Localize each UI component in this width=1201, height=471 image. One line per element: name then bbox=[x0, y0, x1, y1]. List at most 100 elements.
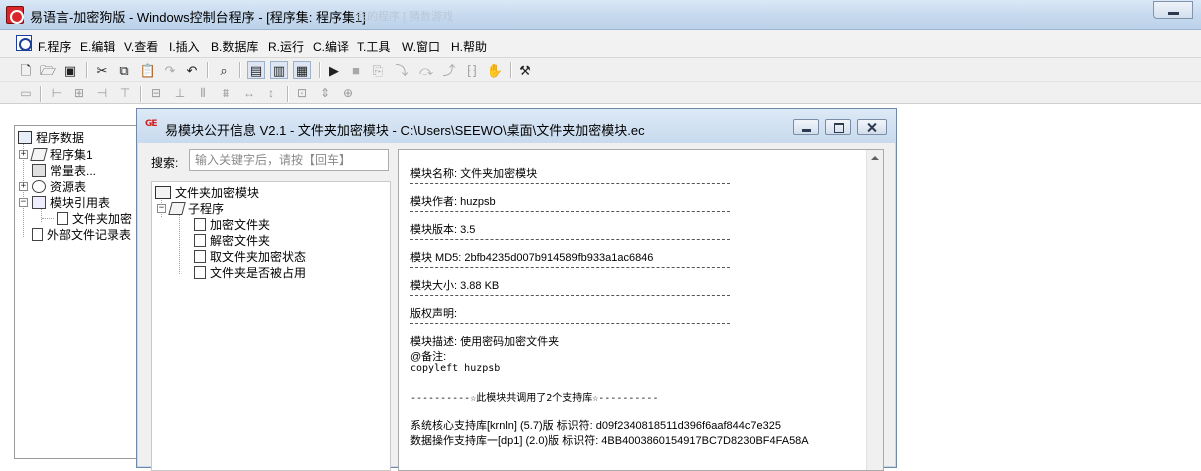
menu-database[interactable]: B.数据库 bbox=[211, 38, 258, 55]
step-out-icon[interactable]: ⤴ bbox=[440, 61, 458, 79]
distribute-v-icon[interactable]: ⩩ bbox=[217, 84, 235, 102]
menu-compile[interactable]: C.编译 bbox=[313, 38, 349, 55]
breakpoint-icon[interactable]: ⁅⁆ bbox=[463, 61, 481, 79]
subroutine-item[interactable]: 加密文件夹 bbox=[194, 216, 270, 232]
standard-toolbar: 🗋 🗁 ▣ ✂ ⧉ 📋 ↷ ↶ ⌕ ▤ ▥ ▦ ▶ ■ ⎘ ⤵ ⤼ ⤴ ⁅⁆ ✋… bbox=[0, 58, 1201, 82]
subroutine-item[interactable]: 文件夹是否被占用 bbox=[194, 264, 306, 280]
document-logo-icon[interactable] bbox=[16, 35, 32, 51]
new-file-icon[interactable]: 🗋 bbox=[17, 61, 35, 79]
align-top-icon[interactable]: ⊤ bbox=[116, 84, 134, 102]
toolbar-separator bbox=[40, 86, 41, 102]
library-line-dp1: 数据操作支持库一[dp1] (2.0)版 标识符: 4BB40038601549… bbox=[410, 435, 809, 447]
align-left-icon[interactable]: ⊢ bbox=[48, 84, 66, 102]
module-tree-root[interactable]: 文件夹加密模块 bbox=[155, 184, 259, 200]
toolbar-separator bbox=[287, 86, 288, 102]
module-icon bbox=[155, 185, 171, 199]
subroutine-group-label: 子程序 bbox=[188, 201, 225, 216]
undo-icon[interactable]: ↶ bbox=[183, 61, 201, 79]
info-panel-scrollbar[interactable] bbox=[866, 150, 883, 470]
center-horizontal-icon[interactable]: ⇕ bbox=[316, 84, 334, 102]
minimize-button[interactable] bbox=[1153, 1, 1193, 19]
find-icon[interactable]: ⌕ bbox=[215, 61, 233, 79]
project-data-pane: 程序数据 + 程序集1 常量表... + 资源表 − 模块引用表 文件夹加密 外… bbox=[14, 125, 144, 459]
tree-item-resources[interactable]: + 资源表 bbox=[19, 178, 86, 194]
align-center-icon[interactable]: ⊞ bbox=[70, 84, 88, 102]
same-height-icon[interactable]: ↕ bbox=[262, 84, 280, 102]
scroll-up-icon[interactable] bbox=[871, 156, 879, 160]
tree-root-program-data[interactable]: 程序数据 bbox=[18, 129, 84, 145]
menu-insert[interactable]: I.插入 bbox=[169, 38, 200, 55]
main-window-title: 易语言-加密狗版 - Windows控制台程序 - [程序集: 程序集1] bbox=[30, 10, 366, 25]
menu-view[interactable]: V.查看 bbox=[124, 38, 158, 55]
module-ref-icon bbox=[32, 195, 46, 209]
tree-item-constants[interactable]: 常量表... bbox=[32, 162, 96, 178]
open-folder-icon[interactable]: 🗁 bbox=[39, 61, 57, 79]
menu-window[interactable]: W.窗口 bbox=[402, 38, 440, 55]
menu-bar: F.程序 E.编辑 V.查看 I.插入 B.数据库 R.运行 C.编译 T.工具… bbox=[0, 30, 1201, 58]
expand-toggle[interactable]: + bbox=[19, 181, 28, 191]
module-copyleft-line: copyleft huzpsb bbox=[410, 363, 501, 374]
paste-icon[interactable]: 📋 bbox=[139, 61, 157, 79]
file-icon bbox=[57, 211, 68, 225]
hand-icon[interactable]: ✋ bbox=[486, 61, 504, 79]
layout3-icon[interactable]: ▦ bbox=[293, 61, 311, 79]
library-line-krnln: 系统核心支持库[krnln] (5.7)版 标识符: d09f234081851… bbox=[410, 420, 781, 432]
tree-item-folder-encrypt[interactable]: 文件夹加密 bbox=[57, 210, 132, 226]
tree-item-external-files[interactable]: 外部文件记录表 bbox=[32, 226, 131, 242]
separator-line bbox=[410, 211, 730, 212]
menu-program[interactable]: F.程序 bbox=[38, 38, 71, 55]
assembly-icon bbox=[30, 147, 48, 161]
module-md5-line: 模块 MD5: 2bfb4235d007b914589fb933a1ac6846 bbox=[410, 252, 654, 264]
stop-icon[interactable]: ■ bbox=[347, 61, 365, 79]
dialog-minimize-button[interactable] bbox=[793, 119, 819, 135]
subroutine-icon bbox=[194, 249, 206, 263]
center-both-icon[interactable]: ⊕ bbox=[339, 84, 357, 102]
step-icon[interactable]: ⎘ bbox=[369, 61, 387, 79]
menu-tools[interactable]: T.工具 bbox=[357, 38, 390, 55]
tree-item-assembly[interactable]: + 程序集1 bbox=[19, 146, 93, 162]
module-tree: 文件夹加密模块 − 子程序 加密文件夹 解密文件夹 取文件夹加密状态 文件夹是否… bbox=[151, 181, 391, 471]
subroutine-label: 加密文件夹 bbox=[210, 217, 271, 232]
dialog-maximize-button[interactable] bbox=[825, 119, 851, 135]
tree-item-label: 文件夹加密 bbox=[72, 211, 133, 226]
menu-run[interactable]: R.运行 bbox=[268, 38, 304, 55]
app-logo-icon bbox=[6, 6, 24, 24]
debug-tool-icon[interactable]: ⚒ bbox=[516, 61, 534, 79]
search-input[interactable] bbox=[189, 149, 389, 171]
tree-root-label: 程序数据 bbox=[36, 130, 85, 145]
subroutine-label: 取文件夹加密状态 bbox=[210, 249, 307, 264]
align-middle-icon[interactable]: ⊟ bbox=[147, 84, 165, 102]
tree-item-module-refs[interactable]: − 模块引用表 bbox=[19, 194, 110, 210]
collapse-toggle[interactable]: − bbox=[19, 197, 28, 207]
save-icon[interactable]: ▣ bbox=[61, 61, 79, 79]
copy-icon[interactable]: ⧉ bbox=[115, 61, 133, 79]
subroutine-item[interactable]: 解密文件夹 bbox=[194, 232, 270, 248]
dialog-title: 易模块公开信息 V2.1 - 文件夹加密模块 - C:\Users\SEEWO\… bbox=[165, 123, 645, 138]
constant-table-icon bbox=[32, 163, 46, 177]
layout2-icon[interactable]: ▥ bbox=[270, 61, 288, 79]
cut-icon[interactable]: ✂ bbox=[93, 61, 111, 79]
step-into-icon[interactable]: ⤵ bbox=[393, 61, 411, 79]
align-bottom-icon[interactable]: ⊥ bbox=[171, 84, 189, 102]
distribute-h-icon[interactable]: ⫴ bbox=[194, 84, 212, 102]
align-form-icon[interactable]: ▭ bbox=[17, 84, 35, 102]
main-title-bar: 易语言-加密狗版 - Windows控制台程序 - [程序集: 程序集1] 我的… bbox=[0, 0, 1201, 30]
subroutine-group[interactable]: − 子程序 bbox=[157, 200, 224, 216]
same-size-icon[interactable]: ⊡ bbox=[293, 84, 311, 102]
same-width-icon[interactable]: ↔ bbox=[240, 84, 258, 102]
tree-item-label: 程序集1 bbox=[50, 147, 93, 162]
tree-item-label: 外部文件记录表 bbox=[47, 227, 132, 242]
step-over-icon[interactable]: ⤼ bbox=[417, 61, 435, 79]
expand-toggle[interactable]: + bbox=[19, 149, 28, 159]
run-icon[interactable]: ▶ bbox=[325, 61, 343, 79]
align-right-icon[interactable]: ⊣ bbox=[93, 84, 111, 102]
dialog-close-button[interactable] bbox=[857, 119, 887, 135]
menu-edit[interactable]: E.编辑 bbox=[80, 38, 115, 55]
redo-icon[interactable]: ↷ bbox=[161, 61, 179, 79]
toolbar-separator bbox=[510, 62, 511, 78]
collapse-toggle[interactable]: − bbox=[157, 203, 166, 213]
module-remark-line: @备注: bbox=[410, 351, 447, 363]
layout1-icon[interactable]: ▤ bbox=[247, 61, 265, 79]
menu-help[interactable]: H.帮助 bbox=[451, 38, 487, 55]
subroutine-item[interactable]: 取文件夹加密状态 bbox=[194, 248, 306, 264]
